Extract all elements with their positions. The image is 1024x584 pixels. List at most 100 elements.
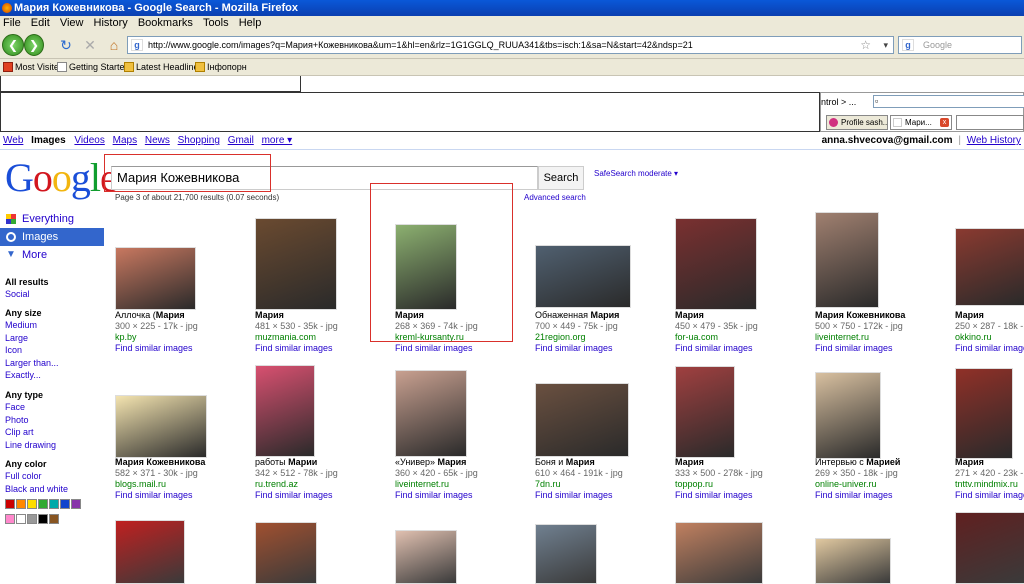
result-site[interactable]: tnttv.mindmix.ru [955, 479, 1024, 490]
panel-input[interactable] [873, 95, 1024, 108]
gbar-web[interactable]: Web [3, 135, 23, 146]
bookmark-getting-started[interactable]: Getting Started [57, 59, 130, 76]
result-site[interactable]: 21region.org [535, 332, 671, 343]
find-similar-link[interactable]: Find similar images [535, 490, 671, 501]
color-swatch[interactable] [38, 514, 48, 524]
mode-everything[interactable]: Everything [0, 210, 104, 228]
filter-type-face[interactable]: Face [5, 401, 56, 414]
result-thumbnail[interactable] [115, 247, 196, 310]
google-engine-icon[interactable]: g [902, 39, 914, 51]
bookmark-infoporn[interactable]: Інфопорн [195, 59, 247, 76]
find-similar-link[interactable]: Find similar images [675, 490, 811, 501]
mode-images[interactable]: Images [0, 228, 104, 246]
result-thumbnail[interactable] [675, 218, 757, 310]
color-swatch[interactable] [49, 499, 59, 509]
url-dropdown-icon[interactable]: ▾ [883, 37, 888, 53]
result-thumbnail[interactable] [255, 218, 337, 310]
color-swatch[interactable] [27, 499, 37, 509]
bookmark-latest-headlines[interactable]: Latest Headlines [124, 59, 203, 76]
bookmark-most-visited[interactable]: Most Visited [3, 59, 64, 76]
find-similar-link[interactable]: Find similar images [815, 343, 951, 354]
menu-history[interactable]: History [94, 17, 128, 29]
menu-help[interactable]: Help [239, 17, 262, 29]
bookmark-star-icon[interactable]: ☆ [860, 37, 871, 53]
find-similar-link[interactable]: Find similar images [255, 343, 391, 354]
gbar-videos[interactable]: Videos [74, 135, 104, 146]
result-thumbnail[interactable] [815, 538, 891, 584]
result-site[interactable]: kp.by [115, 332, 251, 343]
filter-size-larger-than[interactable]: Larger than... [5, 357, 59, 370]
result-site[interactable]: online-univer.ru [815, 479, 951, 490]
find-similar-link[interactable]: Find similar images [395, 343, 531, 354]
filter-color-bw[interactable]: Black and white [5, 483, 68, 496]
color-swatch[interactable] [16, 499, 26, 509]
google-logo[interactable]: Google [5, 158, 118, 198]
result-thumbnail[interactable] [395, 370, 467, 457]
search-engine-box[interactable]: g Google [898, 36, 1022, 54]
result-thumbnail[interactable] [255, 365, 315, 457]
color-swatch[interactable] [60, 499, 70, 509]
advanced-search-link[interactable]: Advanced search [524, 193, 586, 202]
mode-more[interactable]: ▼ More [0, 246, 104, 264]
find-similar-link[interactable]: Find similar images [955, 343, 1024, 354]
find-similar-link[interactable]: Find similar images [535, 343, 671, 354]
filter-size-icon[interactable]: Icon [5, 344, 59, 357]
filter-any-size[interactable]: Any size [5, 307, 59, 319]
menu-bookmarks[interactable]: Bookmarks [138, 17, 193, 29]
gbar-maps[interactable]: Maps [113, 135, 137, 146]
close-tab-icon[interactable]: x [940, 118, 949, 127]
tab-google-images[interactable]: Мари... x [890, 115, 952, 130]
filter-size-medium[interactable]: Medium [5, 319, 59, 332]
filter-type-photo[interactable]: Photo [5, 414, 56, 427]
color-swatch[interactable] [16, 514, 26, 524]
result-thumbnail[interactable] [815, 212, 879, 308]
filter-type-clip-art[interactable]: Clip art [5, 426, 56, 439]
result-thumbnail[interactable] [815, 372, 881, 459]
gbar-news[interactable]: News [145, 135, 170, 146]
result-thumbnail[interactable] [675, 522, 763, 584]
color-swatch[interactable] [38, 499, 48, 509]
forward-button[interactable]: ❯ [24, 34, 44, 56]
find-similar-link[interactable]: Find similar images [115, 490, 251, 501]
color-swatch[interactable] [5, 499, 15, 509]
menu-tools[interactable]: Tools [203, 17, 229, 29]
tab-empty[interactable] [956, 115, 1024, 130]
safesearch-dropdown[interactable]: SafeSearch moderate ▾ [594, 169, 678, 178]
stop-icon[interactable]: ✕ [82, 37, 98, 53]
result-thumbnail[interactable] [115, 395, 207, 458]
result-thumbnail[interactable] [955, 512, 1024, 584]
result-thumbnail[interactable] [955, 228, 1024, 306]
result-thumbnail[interactable] [115, 520, 185, 584]
filter-all-results[interactable]: All results [5, 276, 49, 288]
gbar-shopping[interactable]: Shopping [178, 135, 220, 146]
find-similar-link[interactable]: Find similar images [955, 490, 1024, 501]
color-swatch[interactable] [5, 514, 15, 524]
result-site[interactable]: liveinternet.ru [815, 332, 951, 343]
url-bar[interactable]: g http://www.google.com/images?q=Мария+К… [127, 36, 894, 54]
result-site[interactable]: blogs.mail.ru [115, 479, 251, 490]
result-thumbnail[interactable] [535, 245, 631, 308]
home-icon[interactable]: ⌂ [106, 37, 122, 53]
result-thumbnail[interactable] [675, 366, 735, 458]
find-similar-link[interactable]: Find similar images [115, 343, 251, 354]
result-thumbnail[interactable] [255, 522, 317, 584]
result-site[interactable]: for-ua.com [675, 332, 811, 343]
back-button[interactable]: ❮ [2, 34, 24, 56]
menu-edit[interactable]: Edit [31, 17, 50, 29]
search-button[interactable]: Search [538, 166, 584, 190]
filter-any-type[interactable]: Any type [5, 389, 56, 401]
result-thumbnail[interactable] [535, 383, 629, 457]
filter-size-exactly[interactable]: Exactly... [5, 369, 59, 382]
result-site[interactable]: liveinternet.ru [395, 479, 531, 490]
filter-any-color[interactable]: Any color [5, 458, 68, 470]
result-site[interactable]: toppop.ru [675, 479, 811, 490]
web-history-link[interactable]: Web History [967, 135, 1021, 146]
find-similar-link[interactable]: Find similar images [815, 490, 951, 501]
gbar-gmail[interactable]: Gmail [228, 135, 254, 146]
result-thumbnail[interactable] [535, 524, 597, 584]
color-swatch[interactable] [49, 514, 59, 524]
filter-size-large[interactable]: Large [5, 332, 59, 345]
filter-type-line-drawing[interactable]: Line drawing [5, 439, 56, 452]
find-similar-link[interactable]: Find similar images [395, 490, 531, 501]
color-swatch[interactable] [71, 499, 81, 509]
